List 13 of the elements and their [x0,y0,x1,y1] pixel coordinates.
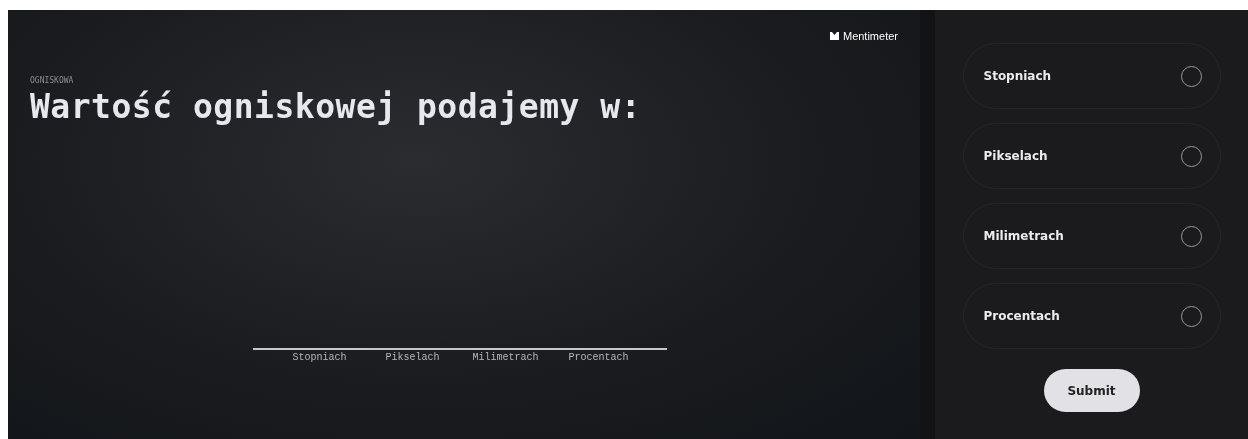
slide-label: OGNISKOWA [30,76,74,85]
category-label: Procentach [567,352,630,363]
option-label: Pikselach [983,149,1048,163]
logo-icon [829,32,839,40]
option-label: Milimetrach [983,229,1064,243]
brand-name: Mentimeter [842,30,898,42]
option-label: Stopniach [983,69,1052,83]
option-label: Procentach [983,309,1060,323]
category-label: Milimetrach [471,352,540,363]
submit-button[interactable]: Submit [1043,369,1140,412]
category-label: Pikselach [384,352,441,363]
category-label: Stopniach [291,352,348,363]
slide-title: Wartość ogniskowej podajemy w: [30,87,642,126]
